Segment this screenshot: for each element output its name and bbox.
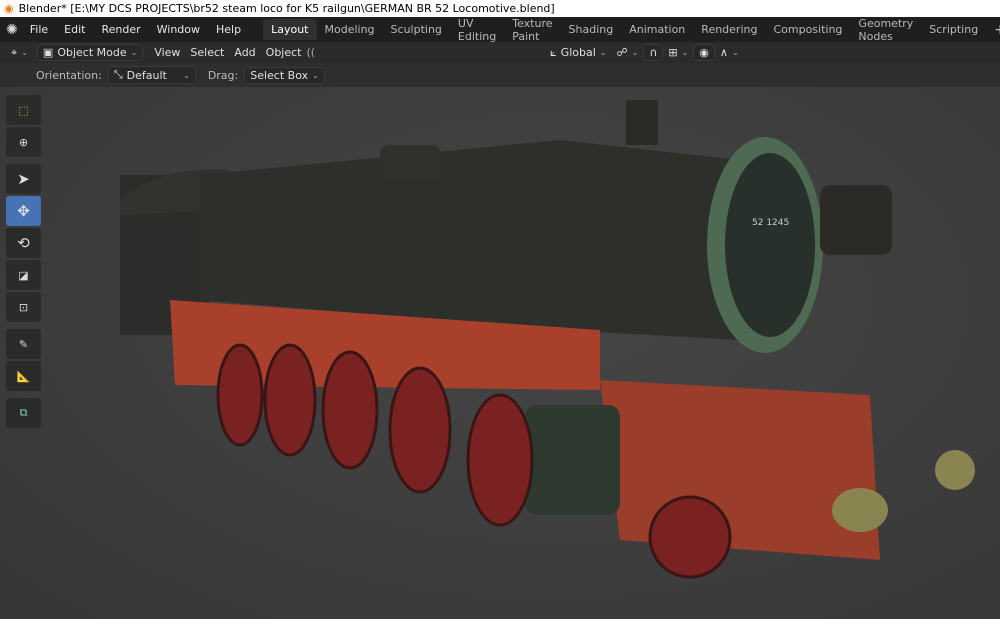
tool-transform[interactable]: ⊡ [6, 292, 41, 322]
select-box-icon: ⬚ [18, 103, 29, 117]
orientation-value: Default [126, 68, 167, 82]
magnet-icon: ∩ [649, 46, 658, 59]
ruler-icon: 📐 [16, 369, 31, 383]
drag-dropdown[interactable]: Select Box ⌄ [244, 66, 325, 84]
object-mode-icon: ▣ [42, 46, 54, 59]
falloff-curve-icon: ∧ [719, 46, 728, 59]
transform-axes-icon: ⤡ [113, 68, 123, 81]
drag-label: Drag: [207, 68, 239, 82]
pivot-icon: ☍ [616, 46, 628, 59]
snap-target-dropdown[interactable]: ⊞ ⌄ [663, 45, 693, 60]
cursor-icon: ⊕ [18, 135, 29, 149]
pony-wheel [648, 495, 732, 579]
rotate-icon: ⟲ [17, 234, 30, 252]
front-buffer-beam [600, 380, 880, 560]
blender-menu-icon[interactable]: ✺ [6, 22, 22, 38]
toolbar: ⬚ ⊕ ➤ ✥ ⟲ ◪ ⊡ ✎ 📐 ⧉ [6, 95, 41, 430]
mode-dropdown[interactable]: ▣ Object Mode ⌄ [36, 44, 144, 61]
menu-view[interactable]: View [149, 45, 185, 60]
blender-logo-icon: ◉ [4, 2, 14, 15]
add-cube-icon: ⧉ [19, 406, 28, 419]
menu-window[interactable]: Window [149, 23, 208, 36]
tab-rendering[interactable]: Rendering [693, 19, 765, 40]
tab-layout[interactable]: Layout [263, 19, 317, 40]
tool-settings-bar: Orientation: ⤡ Default ⌄ Drag: Select Box ⌄ [0, 63, 1000, 87]
add-workspace-button[interactable]: + [986, 18, 1000, 42]
gpencil-icon[interactable]: (( [306, 46, 315, 59]
tool-add-cube[interactable]: ⧉ [6, 398, 41, 428]
cylinder [525, 405, 620, 515]
tool-select-box[interactable]: ⬚ [6, 95, 41, 125]
menu-help[interactable]: Help [208, 23, 249, 36]
menu-add[interactable]: Add [229, 45, 260, 60]
tab-shading[interactable]: Shading [561, 19, 622, 40]
proportional-edit-toggle[interactable]: ◉ [693, 44, 715, 61]
viewport-header: ⌖ ⌄ ▣ Object Mode ⌄ View Select Add Object … [0, 42, 1000, 63]
smokebox-door [725, 153, 815, 337]
snap-toggle[interactable]: ∩ [643, 44, 664, 61]
tab-sculpting[interactable]: Sculpting [383, 19, 450, 40]
tool-annotate[interactable]: ✎ [6, 329, 41, 359]
menu-render[interactable]: Render [93, 23, 148, 36]
transform-icon: ⊡ [18, 300, 29, 314]
editor-type-button[interactable]: ⌖ ⌄ [6, 45, 33, 61]
orientation-dropdown[interactable]: ⤡ Default ⌄ [107, 66, 196, 84]
loco-number: 52 1245 [752, 218, 789, 228]
proportional-icon: ◉ [699, 46, 709, 59]
snap-increment-icon: ⊞ [668, 46, 678, 59]
pencil-icon: ✎ [18, 337, 29, 351]
drag-value: Select Box [250, 68, 309, 82]
mode-label: Object Mode [57, 46, 127, 59]
chimney [626, 100, 658, 145]
orientation-label: Global [560, 46, 596, 59]
move-icon: ✥ [17, 202, 30, 220]
falloff-dropdown[interactable]: ∧ ⌄ [715, 45, 744, 60]
transform-orientation-dropdown[interactable]: ⟀ Global ⌄ [545, 45, 611, 61]
menu-edit[interactable]: Edit [56, 23, 93, 36]
3d-viewport[interactable]: 52 1245 ⬚ ⊕ ➤ ✥ ⟲ ◪ ⊡ ✎ 📐 ⧉ [0, 87, 1000, 619]
top-bar: ✺ File Edit Render Window Help Layout Mo… [0, 17, 1000, 43]
tab-animation[interactable]: Animation [621, 19, 693, 40]
workspace-tabs: Layout Modeling Sculpting UV Editing Tex… [263, 17, 1000, 43]
orientation-axes-icon: ⟀ [550, 45, 557, 59]
tweak-icon: ➤ [17, 170, 30, 188]
menu-select[interactable]: Select [185, 45, 229, 60]
tab-modeling[interactable]: Modeling [317, 19, 383, 40]
orientation-label: Orientation: [36, 68, 102, 82]
menu-object[interactable]: Object [261, 45, 307, 60]
tab-scripting[interactable]: Scripting [921, 19, 986, 40]
tool-scale[interactable]: ◪ [6, 260, 41, 290]
steam-dome [380, 145, 440, 180]
tool-move[interactable]: ✥ [6, 196, 41, 226]
tool-rotate[interactable]: ⟲ [6, 228, 41, 258]
viewport-icon: ⌖ [11, 45, 18, 59]
tool-measure[interactable]: 📐 [6, 361, 41, 391]
pivot-dropdown[interactable]: ☍ ⌄ [611, 45, 643, 60]
tool-tweak[interactable]: ➤ [6, 164, 41, 194]
smoke-deflector [820, 185, 892, 255]
tool-cursor[interactable]: ⊕ [6, 127, 41, 157]
tab-compositing[interactable]: Compositing [765, 19, 850, 40]
menu-file[interactable]: File [22, 23, 56, 36]
locomotive-model: 52 1245 [120, 100, 975, 579]
scale-icon: ◪ [18, 268, 29, 282]
